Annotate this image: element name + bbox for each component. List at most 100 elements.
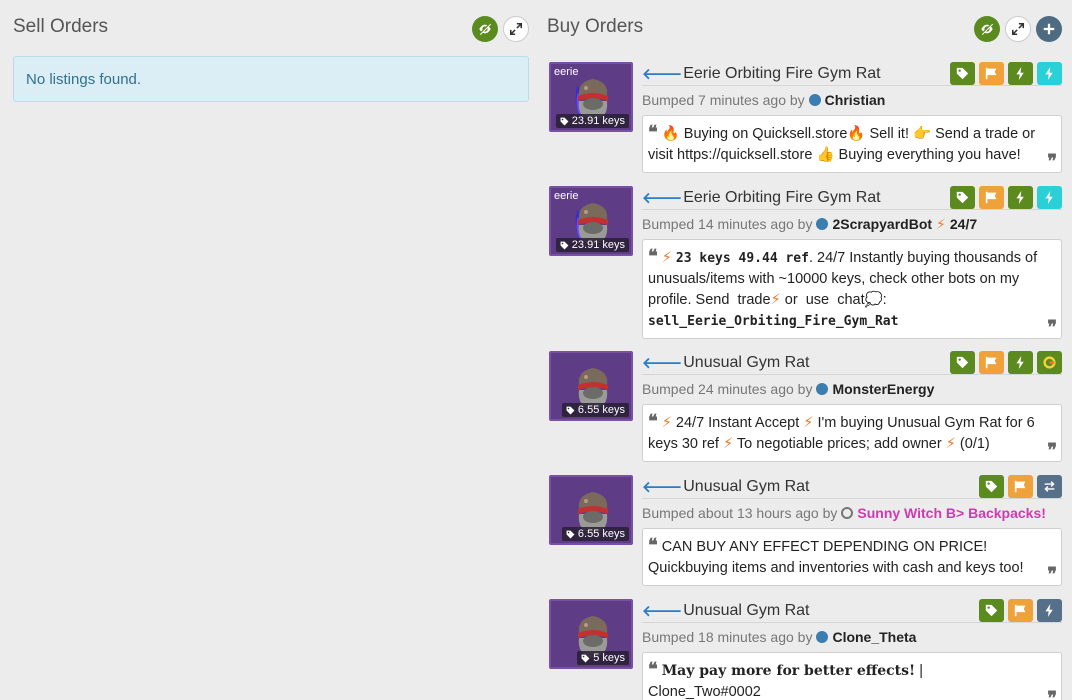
tag-icon [985,604,998,617]
view-price-button[interactable] [979,475,1004,498]
user-name[interactable]: Christian [825,92,886,108]
quick-trade-button[interactable] [1037,186,1062,209]
comment-text: To negotiable prices; add owner [736,436,942,452]
comment-text: trade [737,292,771,308]
bumped-text: Bumped 14 minutes ago by [642,216,813,232]
item-name[interactable]: Eerie Orbiting Fire Gym Rat [683,189,880,207]
price-text: 6.55 keys [577,528,625,540]
comment-price: 23 keys 49.44 ref [675,251,809,266]
item-thumbnail[interactable]: 6.55 keys [549,351,633,421]
arrow-left-icon: 🡐 [642,603,683,620]
quote-close-icon: ❞ [1047,317,1057,338]
effect-tag: eerie [554,190,579,202]
bolt-icon [1043,191,1056,204]
report-button[interactable] [1008,475,1033,498]
quick-trade-button[interactable] [1037,62,1062,85]
comment-text: CAN BUY ANY EFFECT DEPENDING ON PRICE! Q… [648,539,1024,576]
partner-site-button[interactable] [1037,351,1062,374]
price-text: 23.91 keys [571,115,625,127]
report-button[interactable] [1008,599,1033,622]
instant-trade-button[interactable] [1008,186,1033,209]
expand-buy-orders-button[interactable] [1005,16,1031,42]
price-text: 23.91 keys [571,239,625,251]
listing-comment: ❝ ⚡ 24/7 Instant Accept ⚡ I'm buying Unus… [642,404,1062,462]
item-thumbnail[interactable]: 6.55 keys [549,475,633,545]
view-price-button[interactable] [979,599,1004,622]
item-thumbnail[interactable]: eerie 23.91 keys [549,186,633,256]
arrow-left-icon: 🡐 [642,355,683,372]
view-price-button[interactable] [950,62,975,85]
g-logo-icon [1043,356,1056,369]
fire-icon: 🔥 [847,126,866,142]
comment-text: Sell it! [869,126,909,142]
quote-open-icon: ❝ [648,246,658,267]
view-price-button[interactable] [950,186,975,209]
sell-orders-header: Sell Orders [13,0,529,56]
hide-sell-orders-button[interactable] [472,16,498,42]
expand-sell-orders-button[interactable] [503,16,529,42]
listing-comment: ❝ CAN BUY ANY EFFECT DEPENDING ON PRICE! … [642,528,1062,586]
bolt-icon [1014,191,1027,204]
online-status-icon [808,94,821,106]
online-status-icon [816,631,829,643]
comment-text: Buying everything you have! [838,147,1021,163]
quote-close-icon: ❞ [1047,688,1057,700]
user-name[interactable]: Clone_Theta [832,629,916,645]
user-name[interactable]: MonsterEnergy [832,381,934,397]
price-badge: 6.55 keys [561,527,629,541]
instant-trade-button[interactable] [1037,599,1062,622]
quote-open-icon: ❝ [648,411,658,432]
listing-comment: ❝ May pay more for better effects! | Clon… [642,652,1062,700]
quote-open-icon: ❝ [648,659,658,680]
comment-command: sell_Eerie_Orbiting_Fire_Gym_Rat [648,314,899,329]
bumped-text: Bumped 18 minutes ago by [642,629,813,645]
listing-actions [979,475,1062,498]
comment-text: 24/7 Instant Accept [675,415,800,431]
report-button[interactable] [979,62,1004,85]
price-badge: 23.91 keys [555,238,629,252]
item-name[interactable]: Eerie Orbiting Fire Gym Rat [683,65,880,83]
comment-text: use [805,292,830,308]
comment-text: or [784,292,798,308]
report-button[interactable] [979,186,1004,209]
send-offer-button[interactable] [1037,475,1062,498]
item-thumbnail[interactable]: 5 keys [549,599,633,669]
tag-icon [566,530,575,539]
listing-info: 🡐 Eerie Orbiting Fire Gym Rat Bumped 7 m… [642,62,1062,173]
sell-orders-title: Sell Orders [13,16,109,37]
bumped-text: Bumped 7 minutes ago by [642,92,805,108]
listing-actions [979,599,1062,622]
no-listings-alert: No listings found. [13,56,529,102]
instant-trade-button[interactable] [1008,62,1033,85]
item-thumbnail[interactable]: eerie 23.91 keys [549,62,633,132]
buy-orders-actions [974,16,1062,42]
item-name[interactable]: Unusual Gym Rat [683,602,809,620]
exchange-icon [1043,480,1056,493]
price-badge: 6.55 keys [561,403,629,417]
report-button[interactable] [979,351,1004,374]
instant-trade-button[interactable] [1008,351,1033,374]
listing-comment: ❝ ⚡ 23 keys 49.44 ref. 24/7 Instantly buy… [642,239,1062,339]
eye-slash-icon [478,22,492,36]
online-status-icon [816,383,829,395]
listing-info: 🡐 Unusual Gym Rat Bumped 24 minutes ago … [642,351,1062,462]
view-price-button[interactable] [950,351,975,374]
pointing-hand-icon: 👉 [913,126,932,142]
add-buy-order-button[interactable] [1036,16,1062,42]
listing-actions [950,62,1062,85]
item-name[interactable]: Unusual Gym Rat [683,478,809,496]
tag-icon [581,654,590,663]
bolt-icon: ⚡ [770,292,781,308]
expand-icon [1011,22,1025,36]
hide-buy-orders-button[interactable] [974,16,1000,42]
user-name[interactable]: 2ScrapyardBot [832,216,932,232]
flag-icon [1014,480,1027,493]
bolt-icon [1043,67,1056,80]
item-name[interactable]: Unusual Gym Rat [683,354,809,372]
bolt-icon: ⚡ [803,415,814,431]
chat-bubble-icon: 💭 [864,292,883,308]
tag-icon [560,117,569,126]
listing-info: 🡐 Unusual Gym Rat Bumped about 13 hours … [642,475,1062,586]
price-text: 6.55 keys [577,404,625,416]
user-name[interactable]: Sunny Witch B> Backpacks! [857,505,1046,521]
